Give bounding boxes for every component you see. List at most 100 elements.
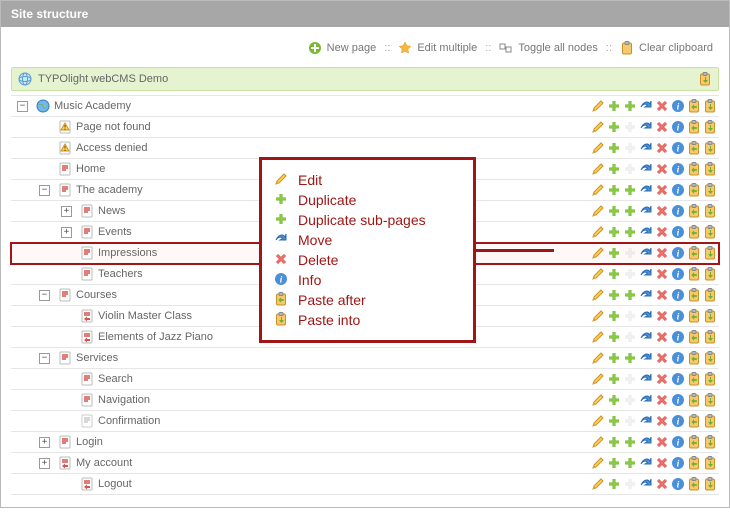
move-action[interactable] (639, 225, 653, 239)
delete-action[interactable] (655, 414, 669, 428)
paste-after-action[interactable] (687, 120, 701, 134)
expand-icon[interactable]: + (39, 458, 50, 469)
move-action[interactable] (639, 162, 653, 176)
delete-action[interactable] (655, 267, 669, 281)
paste-after-action[interactable] (687, 309, 701, 323)
duplicate-action[interactable] (607, 120, 621, 134)
duplicate-action[interactable] (607, 246, 621, 260)
info-action[interactable] (671, 120, 685, 134)
duplicate-action[interactable] (607, 225, 621, 239)
delete-action[interactable] (655, 120, 669, 134)
duplicate-action[interactable] (607, 414, 621, 428)
paste-into-action[interactable] (703, 162, 717, 176)
paste-after-action[interactable] (687, 183, 701, 197)
move-action[interactable] (639, 183, 653, 197)
edit-action[interactable] (591, 246, 605, 260)
info-action[interactable] (671, 162, 685, 176)
tree-row[interactable]: Page not found (11, 117, 719, 138)
delete-action[interactable] (655, 351, 669, 365)
clear-clipboard-button[interactable]: Clear clipboard (620, 41, 713, 55)
paste-into-action[interactable] (703, 309, 717, 323)
paste-into-action[interactable] (698, 72, 712, 86)
info-action[interactable] (671, 204, 685, 218)
delete-action[interactable] (655, 162, 669, 176)
move-action[interactable] (639, 456, 653, 470)
info-action[interactable] (671, 141, 685, 155)
move-action[interactable] (639, 393, 653, 407)
move-action[interactable] (639, 435, 653, 449)
info-action[interactable] (671, 246, 685, 260)
delete-action[interactable] (655, 393, 669, 407)
paste-into-action[interactable] (703, 141, 717, 155)
expand-icon[interactable]: + (39, 437, 50, 448)
delete-action[interactable] (655, 477, 669, 491)
tree-row[interactable]: +My account (11, 453, 719, 474)
collapse-icon[interactable]: − (39, 353, 50, 364)
delete-action[interactable] (655, 246, 669, 260)
paste-into-action[interactable] (703, 225, 717, 239)
tree-row[interactable]: Search (11, 369, 719, 390)
duplicate-action[interactable] (607, 372, 621, 386)
duplicate-action[interactable] (607, 267, 621, 281)
move-action[interactable] (639, 267, 653, 281)
move-action[interactable] (639, 477, 653, 491)
duplicate-subpages-action[interactable] (623, 99, 637, 113)
move-action[interactable] (639, 204, 653, 218)
move-action[interactable] (639, 309, 653, 323)
move-action[interactable] (639, 288, 653, 302)
info-action[interactable] (671, 309, 685, 323)
edit-action[interactable] (591, 414, 605, 428)
duplicate-action[interactable] (607, 141, 621, 155)
paste-after-action[interactable] (687, 246, 701, 260)
info-action[interactable] (671, 183, 685, 197)
paste-into-action[interactable] (703, 120, 717, 134)
edit-action[interactable] (591, 225, 605, 239)
paste-after-action[interactable] (687, 204, 701, 218)
delete-action[interactable] (655, 99, 669, 113)
collapse-icon[interactable]: − (39, 185, 50, 196)
paste-after-action[interactable] (687, 393, 701, 407)
tree-row[interactable]: Logout (11, 474, 719, 495)
edit-action[interactable] (591, 141, 605, 155)
paste-into-action[interactable] (703, 204, 717, 218)
edit-action[interactable] (591, 267, 605, 281)
paste-after-action[interactable] (687, 225, 701, 239)
edit-action[interactable] (591, 99, 605, 113)
delete-action[interactable] (655, 288, 669, 302)
tree-row[interactable]: Navigation (11, 390, 719, 411)
root-site-row[interactable]: TYPOlight webCMS Demo (11, 67, 719, 91)
edit-action[interactable] (591, 372, 605, 386)
paste-into-action[interactable] (703, 414, 717, 428)
paste-after-action[interactable] (687, 330, 701, 344)
info-action[interactable] (671, 330, 685, 344)
info-action[interactable] (671, 414, 685, 428)
duplicate-subpages-action[interactable] (623, 288, 637, 302)
info-action[interactable] (671, 372, 685, 386)
paste-into-action[interactable] (703, 246, 717, 260)
move-action[interactable] (639, 372, 653, 386)
collapse-icon[interactable]: − (39, 290, 50, 301)
paste-into-action[interactable] (703, 288, 717, 302)
paste-after-action[interactable] (687, 351, 701, 365)
delete-action[interactable] (655, 330, 669, 344)
delete-action[interactable] (655, 183, 669, 197)
tree-row[interactable]: Confirmation (11, 411, 719, 432)
move-action[interactable] (639, 246, 653, 260)
paste-into-action[interactable] (703, 183, 717, 197)
paste-after-action[interactable] (687, 435, 701, 449)
duplicate-action[interactable] (607, 456, 621, 470)
delete-action[interactable] (655, 435, 669, 449)
paste-into-action[interactable] (703, 456, 717, 470)
edit-action[interactable] (591, 330, 605, 344)
paste-after-action[interactable] (687, 141, 701, 155)
expand-icon[interactable]: + (61, 206, 72, 217)
info-action[interactable] (671, 393, 685, 407)
info-action[interactable] (671, 435, 685, 449)
delete-action[interactable] (655, 225, 669, 239)
duplicate-subpages-action[interactable] (623, 351, 637, 365)
duplicate-action[interactable] (607, 183, 621, 197)
edit-multiple-button[interactable]: Edit multiple (398, 41, 477, 55)
delete-action[interactable] (655, 309, 669, 323)
paste-into-action[interactable] (703, 435, 717, 449)
paste-into-action[interactable] (703, 393, 717, 407)
